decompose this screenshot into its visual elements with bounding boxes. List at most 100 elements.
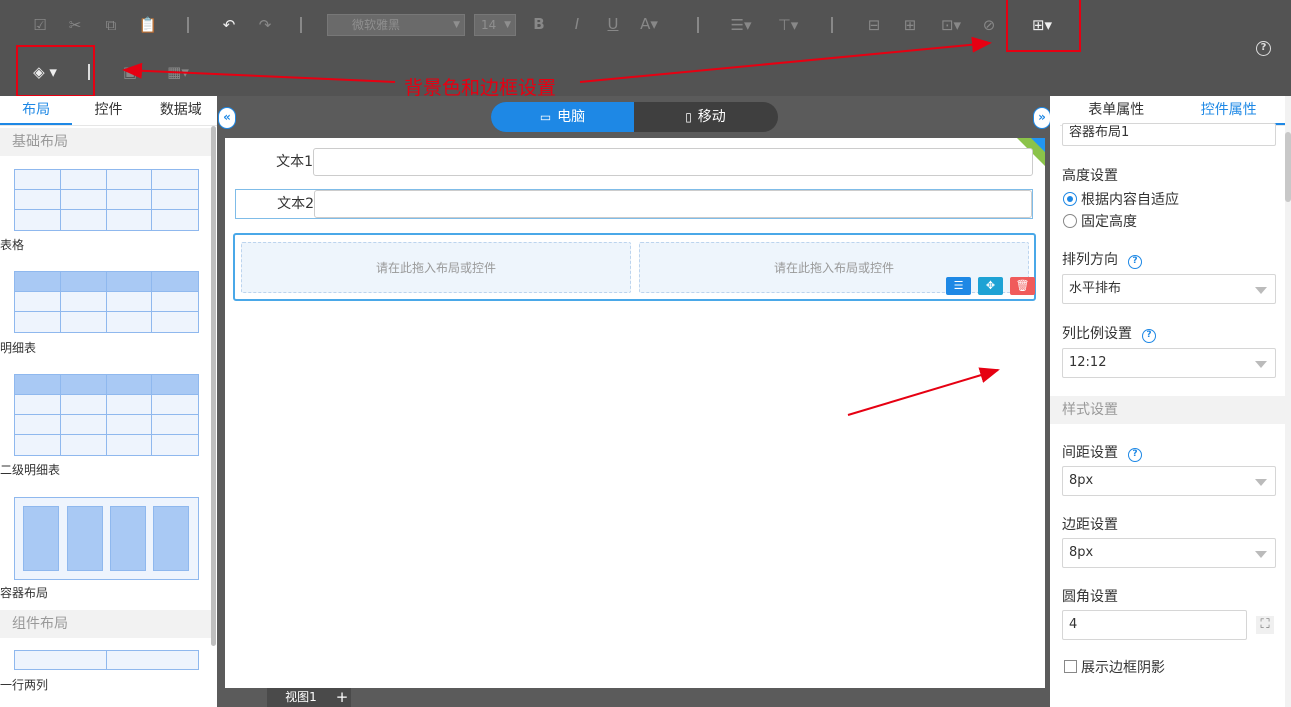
font-family-select[interactable]: 微软雅黑 ▼ [327,14,465,36]
tab-form-properties[interactable]: 表单属性 [1060,96,1173,125]
layout-container-thumb[interactable] [14,497,199,580]
properties-scrollbar[interactable] [1285,96,1291,707]
direction-value: 水平排布 [1069,281,1122,296]
margin-select[interactable]: 8px [1062,538,1276,568]
toolbar-divider [831,17,833,33]
view-tab-bar: 视图1 + [217,688,1050,707]
highlight-border [1006,0,1081,52]
tab-data-fields[interactable]: 数据域 [145,96,217,125]
gap-value: 8px [1069,473,1094,488]
form-field-row[interactable]: 文本1 [235,148,1033,178]
layout-one-row-two-cols-thumb[interactable] [14,650,199,670]
valign-icon[interactable]: ⊤▾ [776,15,800,35]
italic-icon[interactable]: I [568,14,586,34]
ratio-select[interactable]: 12:12 [1062,348,1276,378]
question-icon[interactable]: ? [1128,448,1142,462]
tab-layout[interactable]: 布局 [0,96,73,125]
gap-label: 间距设置? [1062,442,1142,462]
question-icon[interactable]: ? [1128,255,1142,269]
radio-auto-height-label: 根据内容自适应 [1081,192,1179,208]
question-icon[interactable]: ? [1142,329,1156,343]
style-section-header: 样式设置 [1050,396,1291,424]
container-layout[interactable]: 请在此拖入布局或控件 请在此拖入布局或控件 ☰ ✥ 🗑 [233,233,1036,301]
list-icon[interactable]: ☰ [946,277,971,295]
direction-label: 排列方向? [1062,249,1142,269]
properties-panel: 表单属性 控件属性 容器布局1 高度设置 根据内容自适应 固定高度 排列方向? … [1050,96,1291,707]
desktop-view-button[interactable]: ▭ 电脑 [491,102,634,132]
layout-table-label: 表格 [0,238,25,252]
layout-detail-table-label: 明细表 [0,341,37,355]
fullscreen-icon[interactable]: ⛶ [1256,616,1274,634]
chevron-down-icon: ▼ [504,20,511,30]
view-toggle: ▭ 电脑 ▯ 移动 [491,102,778,132]
margin-label: 边距设置 [1062,517,1118,533]
left-scrollbar[interactable] [211,126,216,646]
text1-input[interactable] [313,148,1033,176]
bold-icon[interactable]: B [530,14,548,34]
paste-icon[interactable]: 📋 [138,15,158,35]
add-view-button[interactable]: + [333,688,351,707]
collapse-left-button[interactable]: « [218,107,236,129]
layout-table-thumb[interactable] [14,169,199,231]
layout-container-label: 容器布局 [0,586,49,600]
text2-input[interactable] [314,190,1032,218]
font-color-icon[interactable]: A▾ [637,14,661,34]
font-size-select[interactable]: 14 ▼ [474,14,516,36]
radius-input[interactable]: 4 [1062,610,1247,640]
layout-detail-table-thumb[interactable] [14,271,199,333]
merge-icon[interactable]: ⊟ [862,15,886,35]
image-icon[interactable]: ▣ [120,62,140,82]
chevron-down-icon [1255,361,1267,368]
radius-label: 圆角设置 [1062,589,1118,605]
mobile-view-button[interactable]: ▯ 移动 [634,102,777,132]
radio-fixed-height[interactable] [1063,214,1077,228]
cut-icon[interactable]: ✂ [65,15,85,35]
field-label: 文本2 [277,196,314,212]
corner-marker [1031,138,1045,152]
underline-icon[interactable]: U [604,14,622,34]
checkbox-icon[interactable]: ☑ [30,15,50,35]
properties-tabs: 表单属性 控件属性 [1060,96,1285,126]
field-label: 文本1 [276,154,313,170]
delete-icon[interactable]: 🗑 [1010,277,1035,295]
chevron-down-icon: ▼ [453,20,460,30]
move-icon[interactable]: ✥ [978,277,1003,295]
insert-table-icon[interactable]: ▦▾ [165,62,191,82]
help-icon[interactable]: ? [1256,41,1271,56]
redo-icon[interactable]: ↷ [255,15,275,35]
undo-icon[interactable]: ↶ [219,15,239,35]
section-basic-layout: 基础布局 [0,128,211,156]
mobile-view-label: 移动 [697,109,726,125]
drop-zone-left[interactable]: 请在此拖入布局或控件 [241,242,631,293]
section-component-layout: 组件布局 [0,610,211,638]
split-icon[interactable]: ⊞ [898,15,922,35]
layout-one-row-two-cols-label: 一行两列 [0,678,49,692]
clear-icon[interactable]: ⊘ [979,15,999,35]
design-canvas[interactable]: 文本1 文本2 请在此拖入布局或控件 请在此拖入布局或控件 ☰ ✥ 🗑 [225,138,1045,688]
control-name-input[interactable]: 容器布局1 [1062,123,1276,146]
radio-auto-height[interactable] [1063,192,1077,206]
left-panel: 布局 控件 数据域 基础布局 表格 明细表 二级明细表 容器布局 组件布局 一行… [0,96,217,707]
shadow-checkbox[interactable] [1064,660,1077,673]
collapse-right-button[interactable]: » [1033,107,1051,129]
font-family-value: 微软雅黑 [352,18,401,32]
chevron-down-icon [1255,287,1267,294]
margin-value: 8px [1069,545,1094,560]
highlight-fill-color [16,45,95,97]
tab-controls[interactable]: 控件 [72,96,144,125]
layout-sub-detail-table-thumb[interactable] [14,374,199,456]
shadow-label: 展示边框阴影 [1081,660,1165,676]
tab-control-properties[interactable]: 控件属性 [1172,96,1285,125]
view-tab-1[interactable]: 视图1 [267,688,335,707]
radio-fixed-height-label: 固定高度 [1081,214,1137,230]
chevron-down-icon [1255,479,1267,486]
toolbar: ☑ ✂ ⧉ 📋 ↶ ↷ 微软雅黑 ▼ 14 ▼ B I U A▾ ☰▾ ⊤▾ ⊟… [0,0,1291,96]
direction-select[interactable]: 水平排布 [1062,274,1276,304]
insert-icon[interactable]: ⊡▾ [935,15,967,35]
align-icon[interactable]: ☰▾ [729,15,753,35]
monitor-icon: ▭ [539,110,552,124]
copy-icon[interactable]: ⧉ [101,15,121,35]
form-field-row[interactable]: 文本2 [235,189,1033,219]
height-setting-label: 高度设置 [1062,168,1118,184]
gap-select[interactable]: 8px [1062,466,1276,496]
